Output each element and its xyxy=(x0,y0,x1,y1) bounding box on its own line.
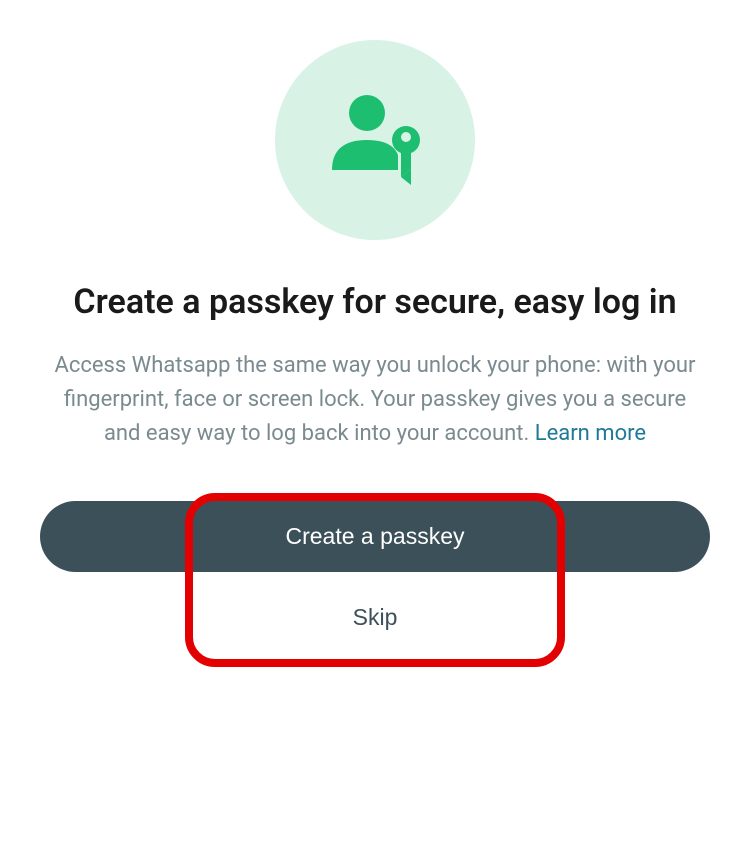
learn-more-link[interactable]: Learn more xyxy=(535,421,646,446)
skip-button[interactable]: Skip xyxy=(353,580,398,655)
person-key-icon xyxy=(320,85,430,195)
page-description: Access Whatsapp the same way you unlock … xyxy=(20,349,730,451)
page-title: Create a passkey for secure, easy log in xyxy=(63,280,686,324)
passkey-icon-container xyxy=(275,40,475,240)
create-passkey-button[interactable]: Create a passkey xyxy=(40,501,710,572)
button-container: Create a passkey Skip xyxy=(20,501,730,655)
